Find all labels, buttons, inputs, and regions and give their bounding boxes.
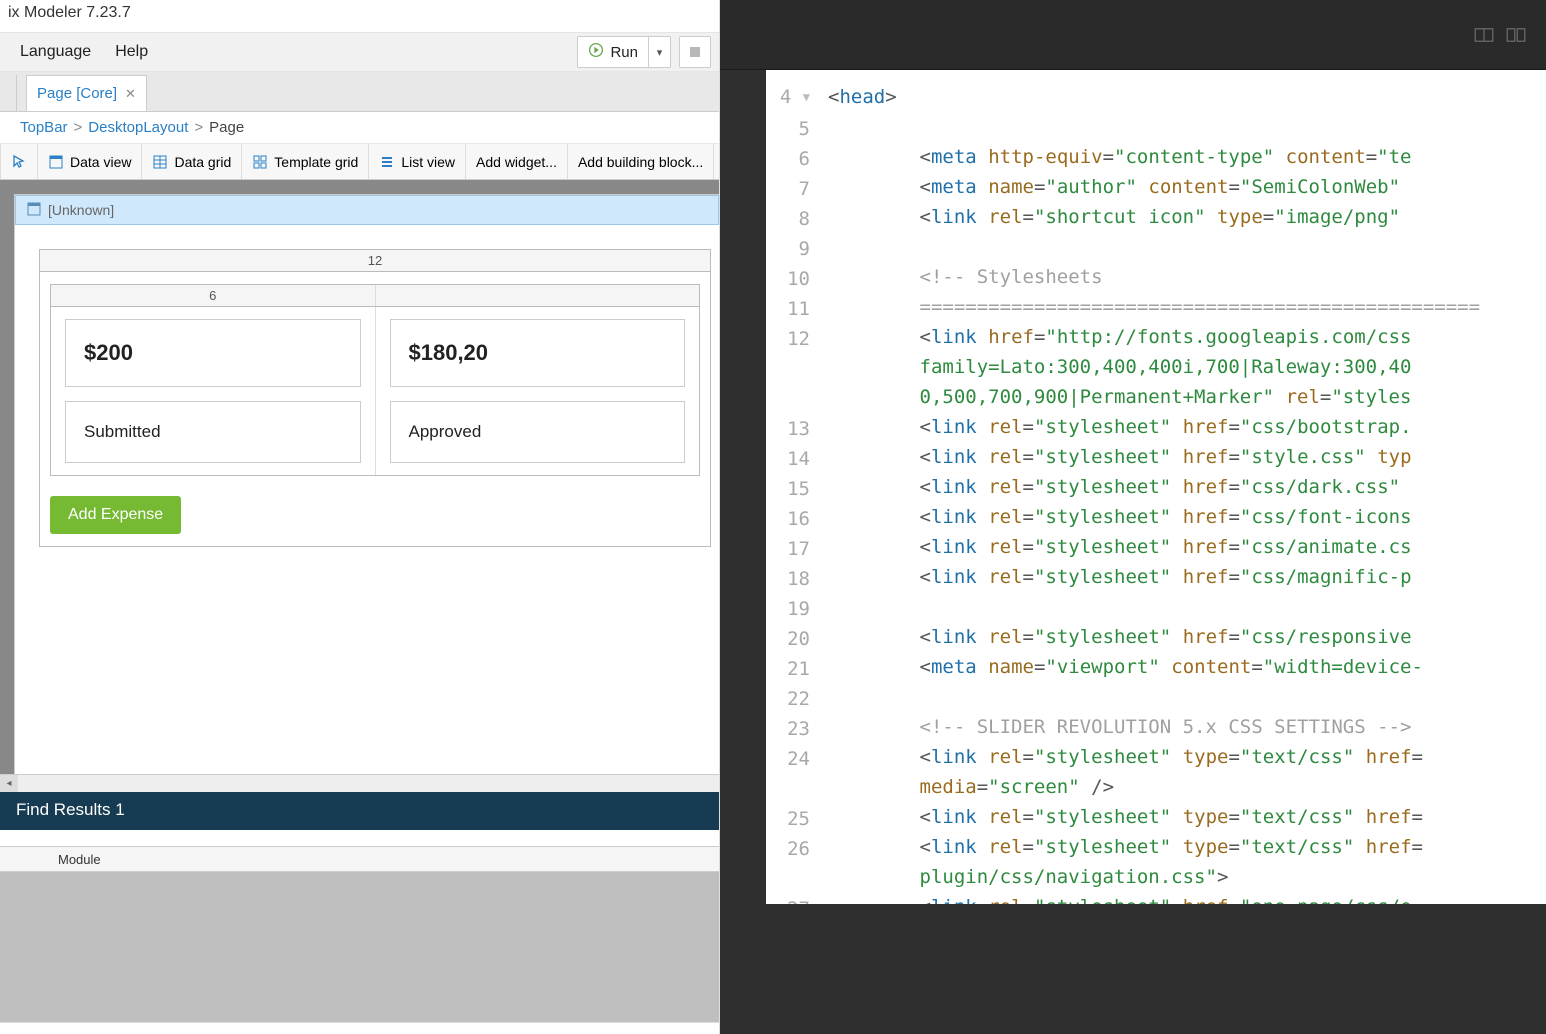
run-button[interactable]: Run <box>578 38 648 66</box>
column-header <box>376 285 700 306</box>
tool-select[interactable] <box>0 144 38 179</box>
editor-toolbar <box>720 0 1546 70</box>
breadcrumb-item-0[interactable]: TopBar <box>20 119 68 136</box>
menu-help[interactable]: Help <box>103 37 160 67</box>
results-table-header: Module <box>0 846 719 872</box>
scroll-left-icon[interactable]: ◂ <box>0 775 18 792</box>
tool-data-view[interactable]: Data view <box>38 144 142 179</box>
page-canvas[interactable]: [Unknown] 12 6 <box>0 180 719 774</box>
results-table-body[interactable] <box>0 872 719 1022</box>
chevron-right-icon: > <box>194 119 203 136</box>
data-view-header[interactable]: [Unknown] <box>15 195 719 225</box>
amount-text[interactable]: $180,20 <box>390 319 686 387</box>
data-view-icon <box>26 201 42 220</box>
modeler-pane: ix Modeler 7.23.7 Language Help Run Page… <box>0 0 720 1034</box>
tab-label: Page [Core] <box>37 85 117 102</box>
add-expense-button[interactable]: Add Expense <box>50 496 181 534</box>
results-col-module: Module <box>48 852 111 867</box>
list-view-icon <box>379 154 395 170</box>
grid-cell[interactable]: $180,20 Approved <box>375 307 700 475</box>
tab-page-core[interactable]: Page [Core] ✕ <box>26 75 147 111</box>
stop-icon <box>690 47 700 57</box>
layout-icon[interactable] <box>1474 25 1494 45</box>
column-header: 6 <box>51 285 376 306</box>
run-dropdown[interactable] <box>648 37 670 67</box>
data-grid-icon <box>152 154 168 170</box>
breadcrumb-item-2: Page <box>209 119 244 136</box>
stop-button[interactable] <box>679 36 711 68</box>
layout-grid-inner[interactable]: 6 $200 Submitted $180,20 <box>50 284 700 476</box>
breadcrumb: TopBar > DesktopLayout > Page <box>0 112 719 144</box>
code-area[interactable]: <head> <meta http-equiv="content-type" c… <box>820 70 1546 904</box>
find-results-panel-header[interactable]: Find Results 1 <box>0 792 719 830</box>
code-editor-pane: 4 ▼ 5 6 7 8 9 10 11 12 13 14 15 16 17 18… <box>720 0 1546 1034</box>
template-grid-icon <box>252 154 268 170</box>
column-header: 12 <box>40 250 710 271</box>
tool-data-grid[interactable]: Data grid <box>142 144 242 179</box>
run-label: Run <box>610 44 638 61</box>
status-text[interactable]: Submitted <box>65 401 361 463</box>
run-button-group: Run <box>577 36 671 68</box>
document-tabs: Page [Core] ✕ <box>0 72 719 112</box>
close-icon[interactable]: ✕ <box>125 86 136 102</box>
cursor-icon <box>11 154 27 170</box>
window-title: ix Modeler 7.23.7 <box>0 0 719 32</box>
data-view-entity-label: [Unknown] <box>48 202 114 218</box>
grid-cell[interactable]: $200 Submitted <box>51 307 375 475</box>
run-icon <box>588 42 604 62</box>
chevron-right-icon: > <box>74 119 83 136</box>
menu-bar: Language Help Run <box>0 32 719 72</box>
tool-add-widget[interactable]: Add widget... <box>466 144 568 179</box>
widget-toolbar: Data view Data grid Template grid List v… <box>0 144 719 180</box>
breadcrumb-item-1[interactable]: DesktopLayout <box>88 119 188 136</box>
tool-list-view[interactable]: List view <box>369 144 466 179</box>
layout-grid-outer[interactable]: 12 6 $200 Submitted <box>39 249 711 547</box>
split-icon[interactable] <box>1506 25 1526 45</box>
horizontal-scrollbar[interactable]: ◂ <box>0 774 719 792</box>
tool-template-grid[interactable]: Template grid <box>242 144 369 179</box>
amount-text[interactable]: $200 <box>65 319 361 387</box>
menu-language[interactable]: Language <box>8 37 103 67</box>
line-number-gutter: 4 ▼ 5 6 7 8 9 10 11 12 13 14 15 16 17 18… <box>766 70 820 904</box>
data-view-icon <box>48 154 64 170</box>
status-text[interactable]: Approved <box>390 401 686 463</box>
tool-add-building-block[interactable]: Add building block... <box>568 144 714 179</box>
code-editor[interactable]: 4 ▼ 5 6 7 8 9 10 11 12 13 14 15 16 17 18… <box>766 70 1546 904</box>
